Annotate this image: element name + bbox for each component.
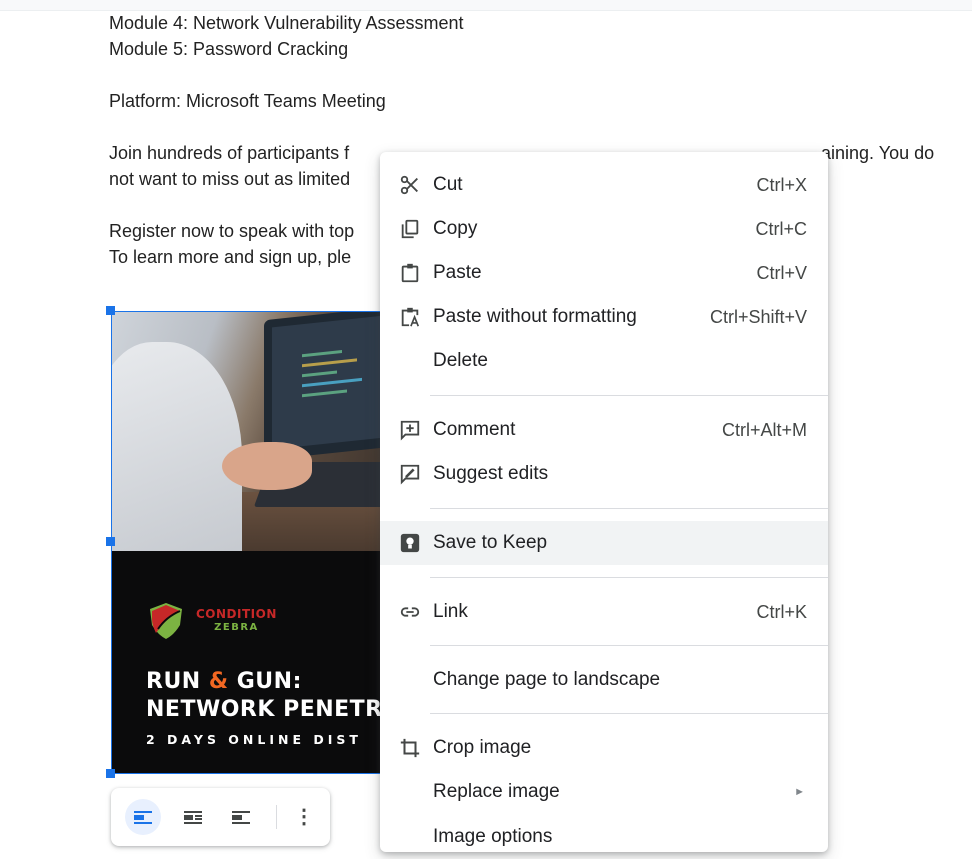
menu-item-cut-shortcut: Ctrl+X — [756, 174, 807, 195]
menu-item-save-to-keep[interactable]: Save to Keep — [380, 521, 828, 565]
resize-handle-middle-left[interactable] — [106, 537, 115, 546]
wrap-inline-button[interactable] — [125, 799, 161, 835]
menu-item-suggest-edits-label: Suggest edits — [433, 463, 549, 484]
context-menu: Cut Ctrl+X Copy Ctrl+C Paste Ctrl+V Past… — [380, 152, 828, 852]
toolbar-divider — [276, 805, 277, 829]
break-text-icon — [232, 810, 250, 824]
menu-item-cut-label: Cut — [433, 174, 463, 195]
menu-item-copy[interactable]: Copy Ctrl+C — [380, 207, 828, 251]
doc-line-module-4: Module 4: Network Vulnerability Assessme… — [109, 13, 464, 33]
keep-icon — [399, 532, 421, 554]
menu-item-replace-image-label: Replace image — [433, 781, 560, 802]
submenu-arrow-icon: ► — [794, 786, 805, 798]
more-options-button[interactable]: ⋮ — [286, 799, 322, 835]
menu-item-comment[interactable]: Comment Ctrl+Alt+M — [380, 408, 828, 452]
menu-item-crop-image-label: Crop image — [433, 737, 532, 758]
menu-separator — [430, 645, 828, 646]
wrap-inline-icon — [134, 810, 152, 824]
doc-line-join-end: aining. You do — [821, 143, 935, 163]
menu-item-copy-label: Copy — [433, 218, 478, 239]
menu-item-link-label: Link — [433, 601, 468, 622]
doc-line-join-start: Join hundreds of participants f — [109, 143, 350, 163]
menu-separator — [430, 713, 828, 714]
image-selection-border — [111, 311, 381, 774]
paste-icon — [399, 262, 421, 284]
menu-item-paste-without-formatting-shortcut: Ctrl+Shift+V — [709, 306, 807, 327]
menu-item-change-page-to-landscape[interactable]: Change page to landscape — [380, 658, 828, 702]
menu-item-comment-label: Comment — [433, 419, 516, 440]
menu-item-comment-shortcut: Ctrl+Alt+M — [721, 419, 807, 440]
menu-item-delete-label: Delete — [433, 350, 488, 371]
paste-plain-icon — [399, 306, 421, 328]
image-wrap-toolbar: ⋮ — [111, 788, 330, 846]
crop-icon — [399, 737, 421, 759]
menu-separator — [430, 508, 828, 509]
menu-item-replace-image[interactable]: Replace image ► — [380, 770, 828, 814]
selected-image[interactable]: CONDITION ZEBRA RUN & GUN: NETWORK PENET… — [106, 306, 382, 778]
resize-handle-bottom-left[interactable] — [106, 769, 115, 778]
suggest-edits-icon — [399, 463, 421, 485]
wrap-text-icon — [184, 810, 202, 824]
resize-handle-top-left[interactable] — [106, 306, 115, 315]
menu-item-paste-shortcut: Ctrl+V — [756, 262, 807, 283]
wrap-text-button[interactable] — [175, 799, 211, 835]
doc-line-module-5: Module 5: Password Cracking — [109, 39, 349, 59]
doc-line-platform: Platform: Microsoft Teams Meeting — [109, 91, 386, 111]
menu-item-suggest-edits[interactable]: Suggest edits — [380, 452, 828, 496]
break-text-button[interactable] — [223, 799, 259, 835]
add-comment-icon — [399, 419, 421, 441]
menu-item-image-options-label: Image options — [433, 826, 553, 847]
menu-item-save-to-keep-label: Save to Keep — [433, 532, 548, 553]
more-options-icon: ⋮ — [294, 806, 314, 828]
menu-item-paste[interactable]: Paste Ctrl+V — [380, 251, 828, 295]
copy-icon — [399, 218, 421, 240]
menu-item-change-page-to-landscape-label: Change page to landscape — [433, 669, 661, 690]
menu-separator — [430, 577, 828, 578]
menu-item-image-options[interactable]: Image options — [380, 815, 828, 859]
scissors-icon — [399, 174, 421, 196]
link-icon — [399, 601, 421, 623]
menu-separator — [430, 395, 828, 396]
menu-item-crop-image[interactable]: Crop image — [380, 726, 828, 770]
menu-item-paste-without-formatting-label: Paste without formatting — [433, 306, 637, 327]
menu-item-link[interactable]: Link Ctrl+K — [380, 590, 828, 634]
menu-item-link-shortcut: Ctrl+K — [756, 601, 807, 622]
menu-item-copy-shortcut: Ctrl+C — [755, 218, 807, 239]
menu-item-paste-without-formatting[interactable]: Paste without formatting Ctrl+Shift+V — [380, 295, 828, 339]
menu-item-delete[interactable]: Delete — [380, 339, 828, 383]
menu-item-paste-label: Paste — [433, 262, 482, 283]
menu-item-cut[interactable]: Cut Ctrl+X — [380, 163, 828, 207]
